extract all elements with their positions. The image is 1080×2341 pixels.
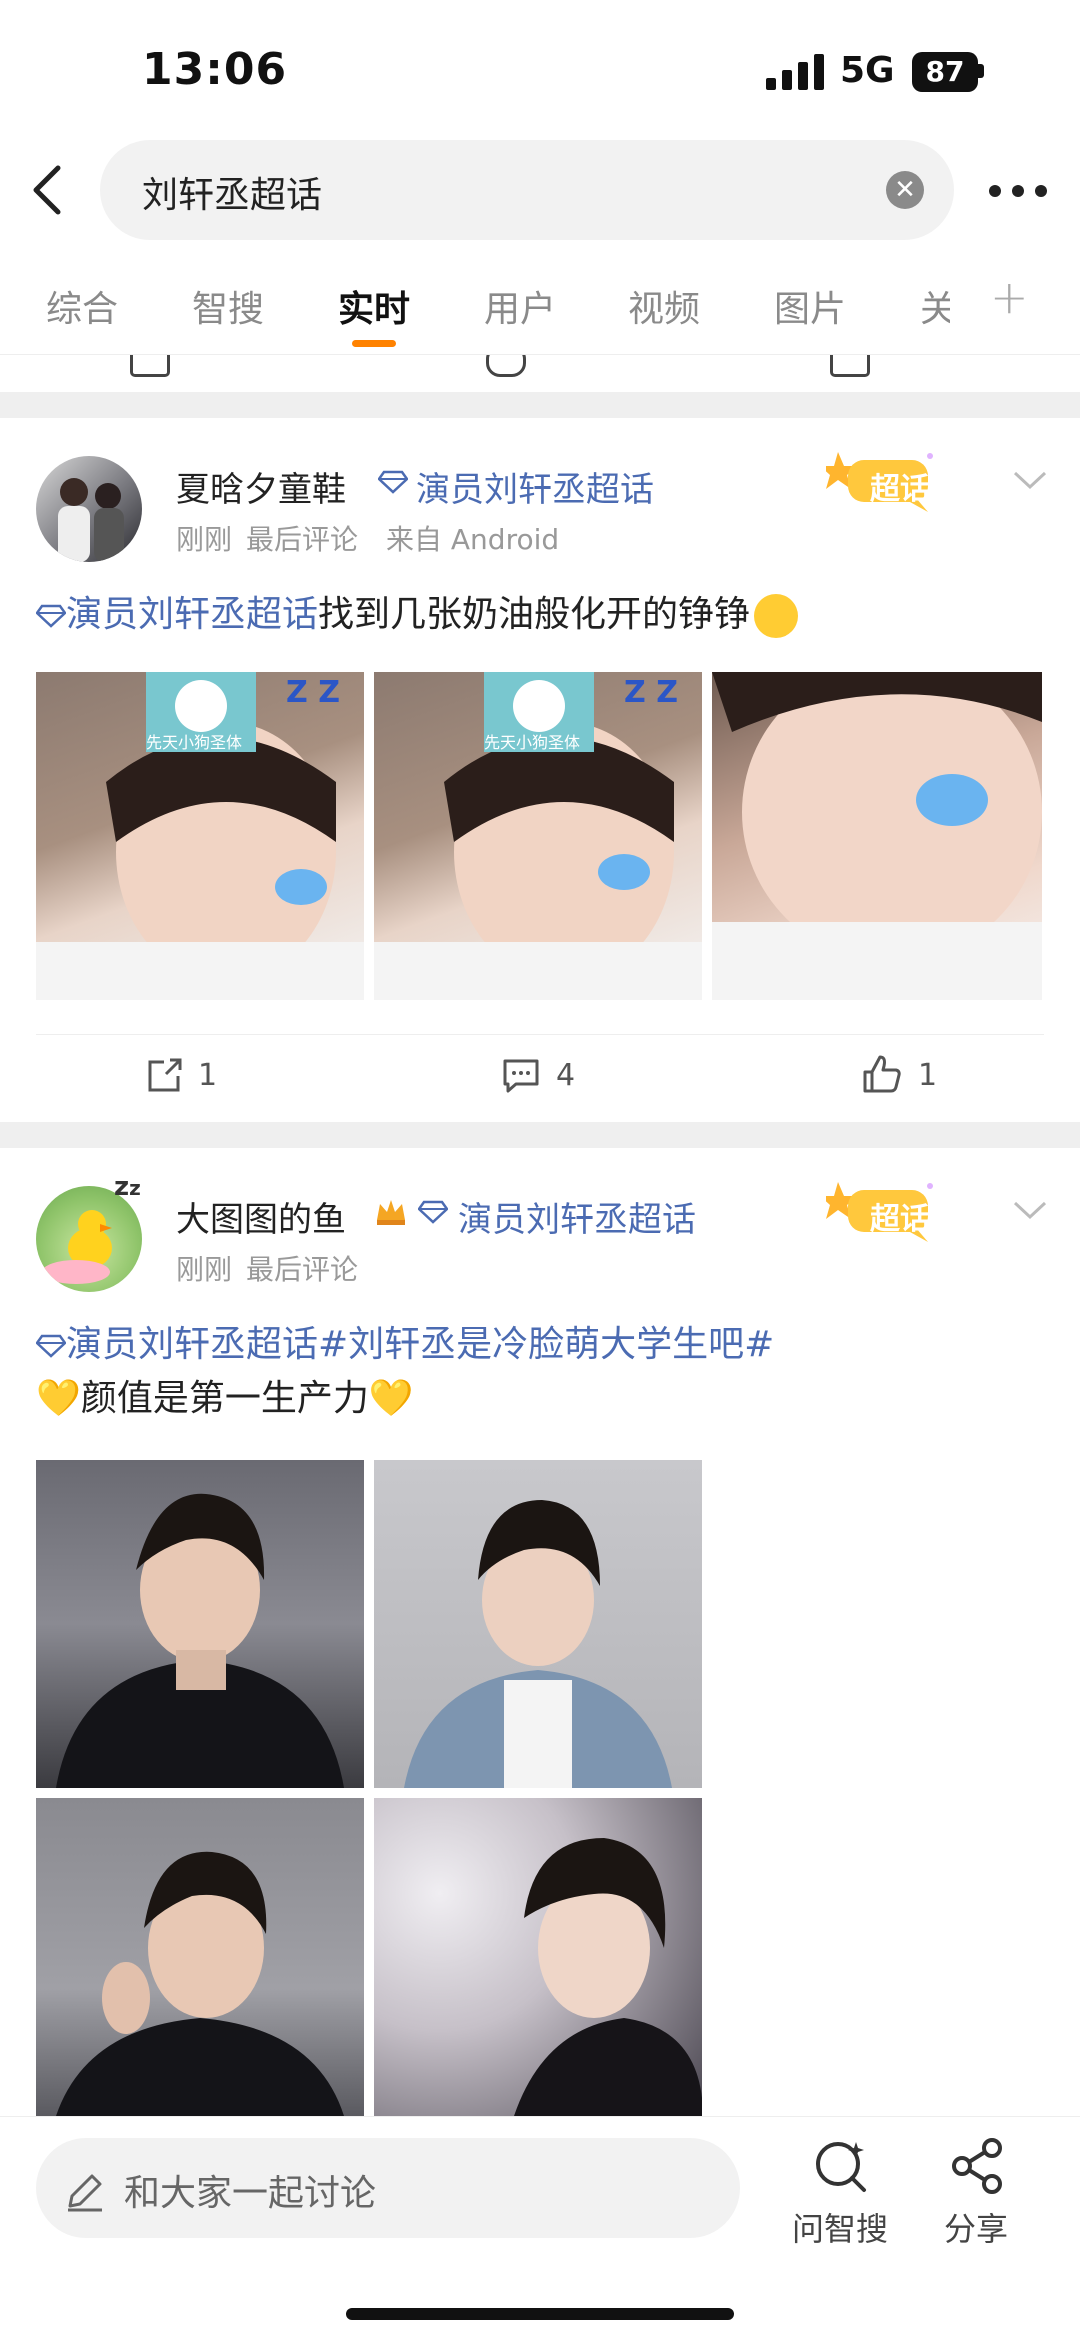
battery-tip [978, 64, 984, 78]
comment-placeholder: 和大家一起讨论 [124, 2173, 377, 2214]
tab-ai-search[interactable]: 智搜 [192, 280, 264, 332]
comment-icon[interactable] [502, 1058, 540, 1094]
repost-icon[interactable] [146, 1058, 184, 1094]
search-query: 刘轩丞超话 [142, 175, 323, 216]
supertopic-badge: 超话 [826, 1176, 946, 1242]
add-tab-icon[interactable]: + [990, 270, 1029, 324]
comment-icon [486, 355, 526, 377]
username[interactable]: 大图图的鱼 [176, 1192, 346, 1241]
like-count: 1 [918, 1058, 938, 1093]
avatar[interactable] [36, 456, 142, 562]
tab-more-cutoff[interactable]: 关 [920, 280, 950, 332]
svg-text:Z Z: Z Z [286, 675, 340, 710]
post-image-4[interactable] [374, 1798, 702, 2116]
ai-search-icon [816, 2142, 866, 2192]
sticker-text: 先天小狗圣体 [484, 733, 580, 752]
post-image-2[interactable] [374, 1460, 702, 1788]
status-time: 13:06 [142, 44, 288, 95]
battery-level: 87 [912, 52, 978, 92]
post-body: 找到几张奶油般化开的铮铮 [318, 594, 751, 635]
more-options-icon[interactable] [988, 184, 1048, 198]
image-content [56, 1493, 344, 1788]
supertopic-link[interactable]: 演员刘轩丞超话 [458, 1192, 696, 1241]
svg-text:Z Z: Z Z [624, 675, 678, 710]
image-content: 先天小狗圣体 Z Z [36, 672, 364, 1000]
image-content [514, 1838, 702, 2116]
post-image-3[interactable] [36, 1798, 364, 2116]
image-content [712, 672, 1042, 1000]
image-content [56, 1851, 344, 2116]
image-content [404, 1500, 672, 1788]
supertopic-link[interactable]: 演员刘轩丞超话 [66, 1324, 318, 1365]
post-body: 颜值是第一生产力 [80, 1378, 369, 1419]
like-icon [830, 355, 870, 377]
sticker-text: 先天小狗圣体 [146, 733, 242, 752]
post-image-1[interactable]: 先天小狗圣体 Z Z [36, 672, 364, 1000]
post-source: 来自 Android [386, 523, 560, 556]
ai-search-label: 问智搜 [792, 2210, 889, 2248]
home-indicator[interactable] [346, 2308, 734, 2320]
yellow-heart-icon: 💛 [36, 1378, 81, 1419]
supertopic-link[interactable]: 演员刘轩丞超话 [416, 462, 654, 511]
actions-divider [36, 1034, 1044, 1035]
tab-users[interactable]: 用户 [484, 280, 556, 332]
chevron-down-icon[interactable] [1012, 1200, 1048, 1220]
post-text: 演员刘轩丞超话#刘轩丞是冷脸萌大学生吧# 💛颜值是第一生产力💛 [35, 1318, 1046, 1426]
badge-label: 超话 [870, 472, 930, 507]
tab-realtime[interactable]: 实时 [338, 280, 410, 332]
tab-videos[interactable]: 视频 [628, 280, 700, 332]
back-arrow-icon[interactable] [22, 160, 72, 220]
yellow-heart-icon: 💛 [368, 1378, 414, 1419]
hashtag-link[interactable]: #刘轩丞是冷脸萌大学生吧# [318, 1324, 774, 1365]
chevron-down-icon[interactable] [1012, 470, 1048, 490]
share-icon [952, 2138, 1002, 2194]
supertopic-diamond-icon [418, 1200, 448, 1224]
supertopic-link[interactable]: 演员刘轩丞超话 [66, 594, 318, 635]
avatar-figure [58, 478, 124, 562]
emoji-hug-icon [754, 594, 799, 638]
clear-search-button[interactable]: ✕ [886, 171, 924, 209]
supertopic-diamond-icon [378, 470, 408, 494]
post-image-2[interactable]: 先天小狗圣体 Z Z [374, 672, 702, 1000]
post-image-3[interactable] [712, 672, 1042, 1000]
network-type: 5G [840, 50, 895, 91]
badge-label: 超话 [870, 1202, 930, 1237]
image-content: 先天小狗圣体 Z Z [374, 672, 702, 1000]
sleep-z-icon: zz [114, 1172, 141, 1202]
feed-separator [0, 392, 1080, 418]
post-image-1[interactable] [36, 1460, 364, 1788]
repost-count: 1 [198, 1058, 218, 1093]
tab-comprehensive[interactable]: 综合 [46, 280, 118, 332]
active-tab-indicator [352, 340, 396, 347]
username[interactable]: 夏晗夕童鞋 [176, 462, 346, 511]
post-text: 演员刘轩丞超话找到几张奶油般化开的铮铮 [35, 588, 1046, 642]
post-time: 刚刚 [176, 1253, 233, 1286]
like-icon[interactable] [862, 1054, 902, 1094]
supertopic-badge: 超话 [826, 446, 946, 512]
supertopic-diamond-icon [35, 604, 67, 628]
share-label: 分享 [944, 2210, 1009, 2248]
supertopic-diamond-icon [35, 1334, 67, 1358]
last-comment-label: 最后评论 [246, 523, 359, 556]
post-time: 刚刚 [176, 523, 233, 556]
tab-images[interactable]: 图片 [774, 280, 846, 332]
repost-icon [130, 355, 170, 377]
pencil-icon [68, 2174, 102, 2212]
last-comment-label: 最后评论 [246, 1253, 359, 1286]
vip-crown-icon [374, 1194, 408, 1228]
signal-icon [766, 54, 824, 90]
previous-post-actions [0, 355, 1080, 385]
comment-count: 4 [556, 1058, 576, 1093]
feed-separator [0, 1122, 1080, 1148]
